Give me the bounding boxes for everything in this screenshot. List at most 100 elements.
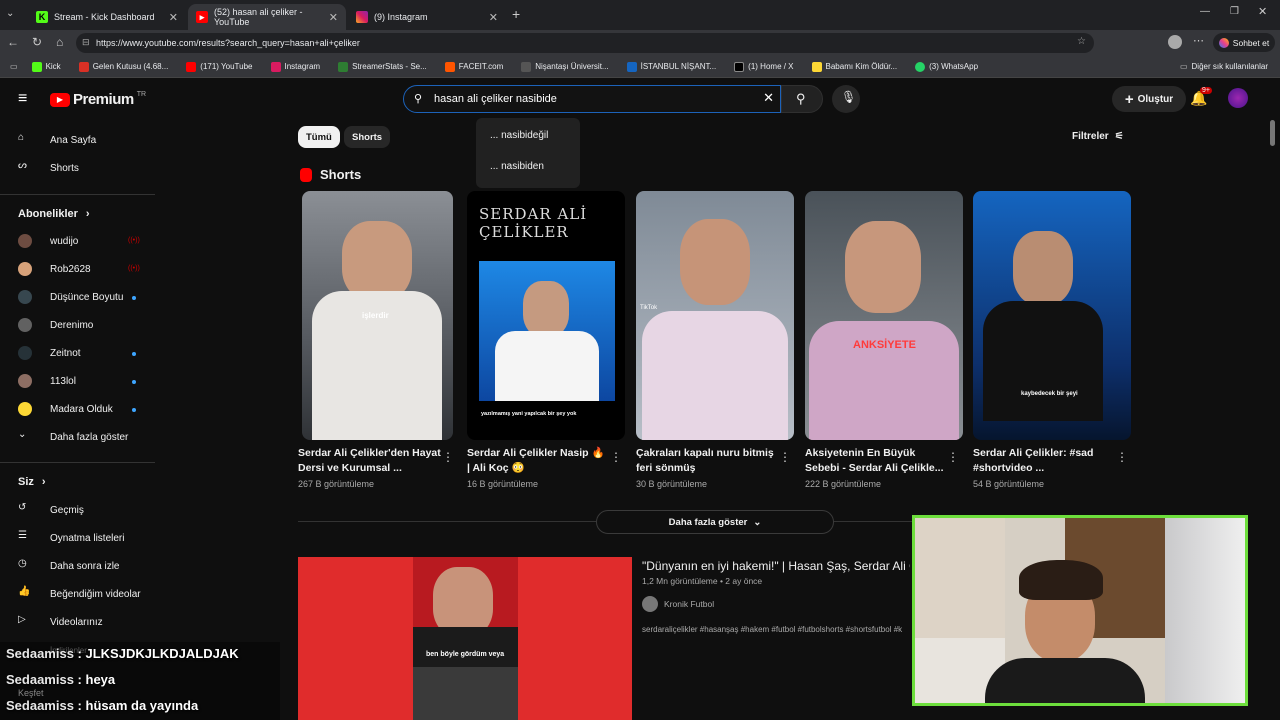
you-header[interactable]: Siz › [18, 472, 46, 492]
suggestion-item[interactable]: ... nasibideğil [490, 130, 548, 141]
sidebar-item-liked-videos[interactable]: 👍 Beğendiğim videolar [18, 584, 141, 604]
maximize-icon[interactable]: ❐ [1230, 6, 1239, 17]
more-options-icon[interactable]: ⋮ [610, 450, 622, 464]
sidebar-item-playlists[interactable]: ☰ Oynatma listeleri [18, 528, 124, 548]
short-title[interactable]: Serdar Ali Çelikler'den Hayat Dersi ve K… [298, 446, 448, 476]
sidebar-item-history[interactable]: ↺ Geçmiş [18, 500, 84, 520]
sidebar-item-zeitnot[interactable]: Zeitnot [18, 343, 81, 363]
short-thumbnail[interactable]: ANKSİYETE [805, 191, 963, 440]
suggestion-item[interactable]: ... nasibiden [490, 161, 544, 172]
chat-message: Sedaamiss : JLKSJDKJLKDJALDJAK [6, 646, 239, 661]
tab-kick[interactable]: K Stream - Kick Dashboard ✕ [28, 4, 186, 30]
clear-icon[interactable]: ✕ [763, 90, 774, 106]
video-thumbnail[interactable]: ben böyle gördüm veya [298, 557, 632, 720]
tab-list-icon[interactable]: ⌄ [6, 8, 14, 19]
sidebar-item-113lol[interactable]: 113lol [18, 371, 76, 391]
more-options-icon[interactable]: ⋮ [442, 450, 454, 464]
close-icon[interactable]: ✕ [329, 11, 338, 24]
home-icon[interactable]: ⌂ [56, 35, 63, 49]
favorite-star-icon[interactable]: ☆ [1077, 36, 1086, 47]
sidebar-item-shorts[interactable]: ᔕ Shorts [18, 158, 79, 178]
channel-link[interactable]: Kronik Futbol [642, 596, 714, 612]
other-bookmarks[interactable]: ▭ Diğer sık kullanılanlar [1180, 62, 1268, 71]
search-input[interactable]: ⚲ hasan ali çeliker nasibide ✕ [403, 85, 781, 113]
bookmark-label: Gelen Kutusu (4.68... [92, 62, 169, 71]
chat-user: Sedaamiss [6, 698, 74, 713]
imdb-icon [811, 61, 822, 72]
sidebar-item-rob2628[interactable]: Rob2628 [18, 259, 91, 279]
minimize-icon[interactable]: — [1200, 6, 1210, 17]
sidebar-item-label: Geçmiş [50, 504, 84, 516]
browser-tab-bar: ⌄ K Stream - Kick Dashboard ✕ ▸ (52) has… [0, 0, 1280, 30]
voice-search-button[interactable]: 🎙 [832, 85, 860, 113]
notifications-button[interactable]: 🔔 9+ [1190, 87, 1212, 110]
live-icon: ((•)) [128, 237, 140, 244]
bookmark[interactable]: (1) Home / X [734, 61, 794, 72]
short-title[interactable]: Serdar Ali Çelikler: #sad #shortvideo ..… [973, 446, 1113, 476]
reading-list-icon[interactable]: ▭ [10, 62, 18, 71]
scrollbar-thumb[interactable] [1270, 120, 1275, 146]
bookmark[interactable]: FACEIT.com [444, 61, 503, 72]
bookmark[interactable]: (3) WhatsApp [915, 61, 978, 72]
back-icon[interactable]: ← [7, 35, 19, 49]
tab-youtube[interactable]: ▸ (52) hasan ali çeliker - YouTube ✕ [188, 4, 346, 30]
show-more-subscriptions[interactable]: ⌄ Daha fazla göster [18, 427, 128, 447]
sidebar-item-madara-olduk[interactable]: Madara Olduk [18, 399, 113, 419]
mic-icon: 🎙 [841, 90, 857, 104]
divider [0, 462, 155, 463]
sidebar-item-dusunce-boyutu[interactable]: Düşünce Boyutu [18, 287, 123, 307]
history-icon: ↺ [18, 502, 27, 513]
url-input[interactable]: ⊟ https://www.youtube.com/results?search… [76, 33, 1094, 53]
bookmark[interactable]: (171) YouTube [186, 61, 253, 72]
copilot-chat-button[interactable]: Sohbet et [1213, 33, 1275, 52]
sliders-icon: ⚟ [1114, 131, 1124, 142]
site-info-icon[interactable]: ⊟ [82, 37, 90, 48]
show-more-button[interactable]: Daha fazla göster ⌄ [596, 510, 834, 534]
tab-instagram[interactable]: (9) Instagram ✕ [348, 4, 506, 30]
profile-icon[interactable] [1168, 35, 1182, 49]
bookmark[interactable]: İSTANBUL NİŞANT... [626, 61, 716, 72]
short-title[interactable]: Serdar Ali Çelikler Nasip 🔥 | Ali Koç 😳 [467, 446, 607, 476]
chat-message: Sedaamiss : heya [6, 672, 116, 687]
bookmark[interactable]: StreamerStats - Se... [338, 61, 427, 72]
bookmark[interactable]: Nişantaşı Üniversit... [521, 61, 609, 72]
bookmark[interactable]: Kick [31, 61, 61, 72]
sidebar-item-your-videos[interactable]: ▷ Videolarınız [18, 612, 103, 632]
short-title[interactable]: Çakraları kapalı nuru bitmiş feri sönmüş [636, 446, 786, 476]
short-thumbnail[interactable]: TikTok [636, 191, 794, 440]
reload-icon[interactable]: ↻ [32, 35, 42, 49]
close-icon[interactable]: ✕ [169, 11, 178, 24]
short-thumbnail[interactable]: işlerdir [302, 191, 453, 440]
short-thumbnail[interactable]: SERDAR ALİ ÇELİKLER yazılmamış yani yapı… [467, 191, 625, 440]
filters-button[interactable]: Filtreler ⚟ [1072, 131, 1124, 142]
close-icon[interactable]: ✕ [489, 11, 498, 24]
create-button[interactable]: + Oluştur [1112, 86, 1186, 112]
sidebar-item-derenimo[interactable]: Derenimo [18, 315, 93, 335]
video-title[interactable]: "Dünyanın en iyi hakemi!" | Hasan Şaş, S… [642, 559, 910, 573]
sidebar-item-wudijo[interactable]: wudijo [18, 231, 78, 251]
menu-icon[interactable]: ≡ [18, 90, 27, 108]
youtube-logo[interactable]: ▶ Premium TR [50, 91, 146, 108]
more-options-icon[interactable]: ⋮ [779, 450, 791, 464]
short-thumbnail[interactable]: kaybedecek bir şeyi [973, 191, 1131, 440]
bookmark[interactable]: Gelen Kutusu (4.68... [78, 61, 169, 72]
background-stripe [298, 557, 413, 720]
chip-shorts[interactable]: Shorts [344, 126, 391, 148]
more-icon[interactable]: ⋯ [1193, 34, 1204, 47]
bookmark[interactable]: Instagram [270, 61, 320, 72]
sidebar-item-watch-later[interactable]: ◷ Daha sonra izle [18, 556, 119, 576]
short-title[interactable]: Aksiyetenin En Büyük Sebebi - Serdar Ali… [805, 446, 945, 476]
new-tab-icon[interactable]: + [512, 6, 520, 22]
sidebar-item-home[interactable]: ⌂ Ana Sayfa [18, 130, 96, 150]
close-window-icon[interactable]: ✕ [1258, 5, 1267, 18]
avatar[interactable] [1228, 88, 1248, 108]
bookmark[interactable]: Babamı Kim Öldür... [811, 61, 897, 72]
more-options-icon[interactable]: ⋮ [1116, 450, 1128, 464]
sidebar-item-label: 113lol [50, 375, 76, 387]
search-button[interactable]: ⚲ [781, 85, 823, 113]
clock-icon: ◷ [18, 558, 27, 569]
divider [0, 194, 155, 195]
chip-all[interactable]: Tümü [298, 126, 340, 148]
more-options-icon[interactable]: ⋮ [947, 450, 959, 464]
subscriptions-header[interactable]: Abonelikler › [18, 204, 90, 224]
